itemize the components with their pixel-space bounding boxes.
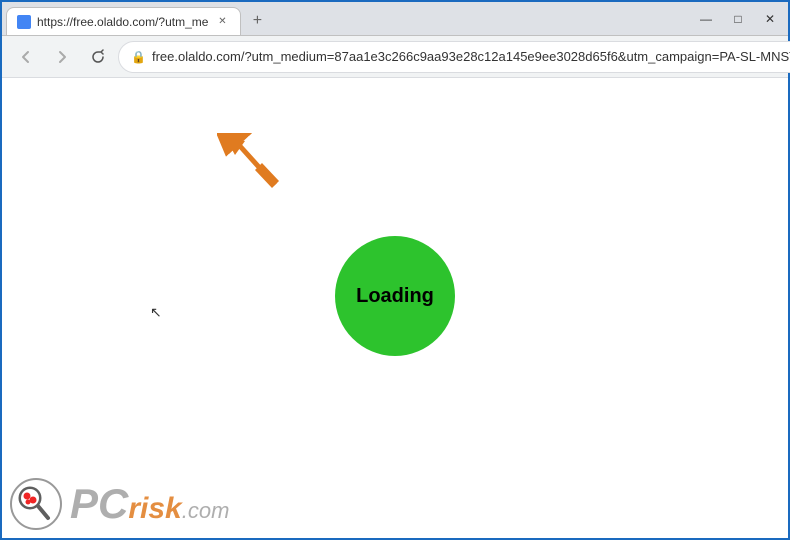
loading-container: Loading bbox=[335, 236, 455, 356]
mouse-cursor: ↖ bbox=[150, 304, 162, 321]
tab-favicon bbox=[17, 15, 31, 29]
loading-indicator: Loading bbox=[335, 236, 455, 356]
back-button[interactable] bbox=[10, 41, 42, 73]
forward-button[interactable] bbox=[46, 41, 78, 73]
pc-text: PC bbox=[70, 480, 128, 527]
tab-area: https://free.olaldo.com/?utm_me ✕ + bbox=[6, 2, 684, 35]
lock-icon: 🔒 bbox=[131, 50, 146, 64]
pcrisk-brand-text: PCrisk.com bbox=[70, 483, 229, 525]
risk-text: risk bbox=[128, 492, 181, 525]
tab-title: https://free.olaldo.com/?utm_me bbox=[37, 15, 208, 29]
reload-button[interactable] bbox=[82, 41, 114, 73]
title-bar: https://free.olaldo.com/?utm_me ✕ + — □ … bbox=[2, 2, 788, 36]
close-button[interactable]: ✕ bbox=[756, 5, 784, 33]
minimize-button[interactable]: — bbox=[692, 5, 720, 33]
pcrisk-logo-icon bbox=[10, 478, 62, 530]
address-bar[interactable]: 🔒 free.olaldo.com/?utm_medium=87aa1e3c26… bbox=[118, 41, 790, 73]
maximize-button[interactable]: □ bbox=[724, 5, 752, 33]
window-controls: — □ ✕ bbox=[692, 5, 784, 33]
nav-bar: 🔒 free.olaldo.com/?utm_medium=87aa1e3c26… bbox=[2, 36, 788, 78]
page-content: ↖ Loading PCrisk.com bbox=[2, 78, 788, 538]
new-tab-button[interactable]: + bbox=[243, 7, 271, 35]
watermark: PCrisk.com bbox=[10, 478, 229, 530]
browser-window: https://free.olaldo.com/?utm_me ✕ + — □ … bbox=[2, 2, 788, 538]
tld-text: .com bbox=[182, 498, 230, 523]
arrow-annotation bbox=[217, 133, 277, 188]
active-tab[interactable]: https://free.olaldo.com/?utm_me ✕ bbox=[6, 7, 241, 35]
tab-close-button[interactable]: ✕ bbox=[214, 14, 230, 30]
loading-text: Loading bbox=[356, 285, 434, 308]
url-text: free.olaldo.com/?utm_medium=87aa1e3c266c… bbox=[152, 49, 790, 64]
